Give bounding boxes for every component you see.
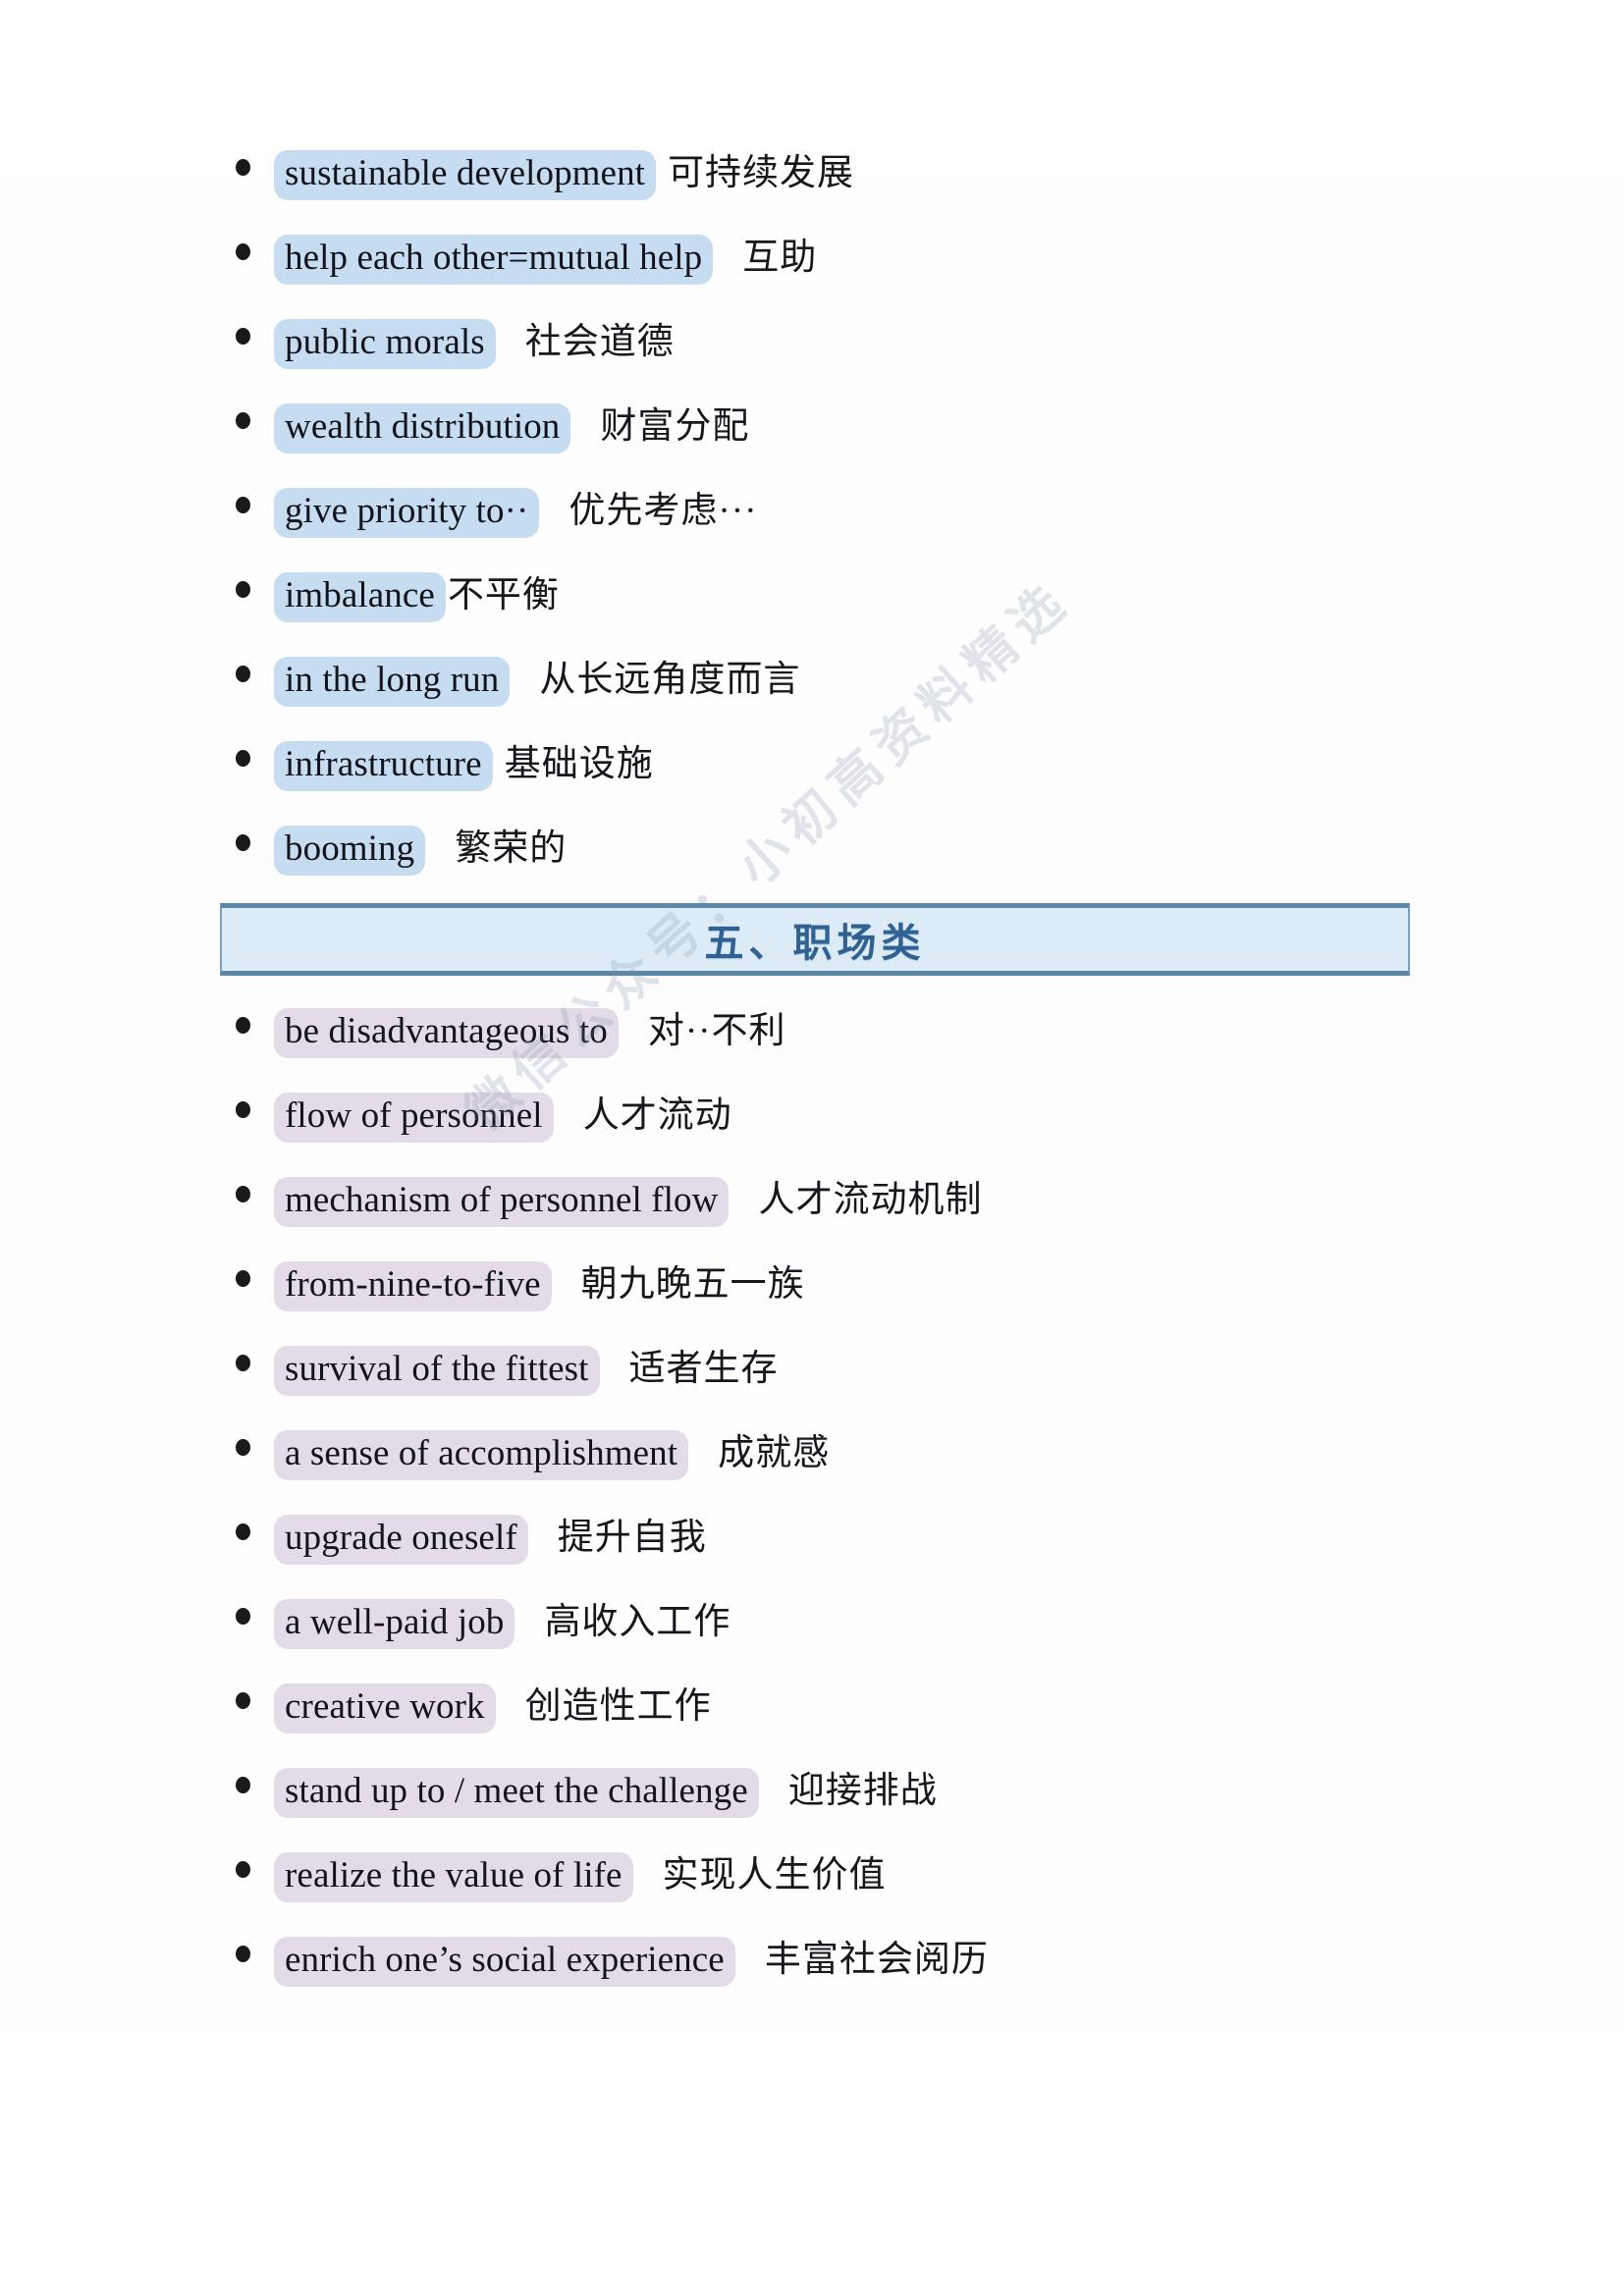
vocab-meaning: 基础设施 xyxy=(504,744,654,784)
document-page: 微信公众号：小初高资料精选 sustainable development 可持… xyxy=(0,0,1624,2296)
vocab-meaning: 迎接排战 xyxy=(787,1771,938,1811)
list-item: mechanism of personnel flow 人才流动机制 xyxy=(0,1154,1624,1239)
bullet-dot-icon xyxy=(236,1692,250,1709)
vocab-meaning: 人才流动 xyxy=(582,1095,732,1136)
list-item: upgrade oneself 提升自我 xyxy=(0,1492,1624,1576)
bullet-dot-icon xyxy=(236,1101,250,1118)
vocab-meaning: 高收入工作 xyxy=(544,1602,731,1642)
bullet-dot-icon xyxy=(236,328,250,345)
vocab-term: stand up to / meet the challenge xyxy=(274,1768,759,1818)
vocab-meaning: 创造性工作 xyxy=(524,1686,712,1727)
document-content: sustainable development 可持续发展 help each … xyxy=(0,0,1624,1999)
vocab-term: survival of the fittest xyxy=(274,1346,600,1396)
bullet-dot-icon xyxy=(236,1523,250,1540)
vocab-term: enrich one’s social experience xyxy=(274,1937,735,1987)
list-item: help each other=mutual help 互助 xyxy=(0,212,1624,296)
bullet-dot-icon xyxy=(236,1861,250,1878)
vocab-meaning: 互助 xyxy=(742,238,818,278)
vocab-term: upgrade oneself xyxy=(274,1515,528,1565)
bullet-dot-icon xyxy=(236,1186,250,1202)
list-item: in the long run 从长远角度而言 xyxy=(0,634,1624,719)
vocab-meaning: 实现人生价值 xyxy=(662,1855,887,1896)
bullet-dot-icon xyxy=(236,497,250,513)
list-item: a well-paid job 高收入工作 xyxy=(0,1576,1624,1661)
vocab-term: flow of personnel xyxy=(274,1093,554,1143)
list-item: imbalance 不平衡 xyxy=(0,550,1624,634)
list-item: be disadvantageous to 对··不利 xyxy=(0,986,1624,1070)
list-item: wealth distribution 财富分配 xyxy=(0,381,1624,465)
vocab-term: help each other=mutual help xyxy=(274,235,714,285)
vocab-meaning: 朝九晚五一族 xyxy=(580,1264,805,1305)
vocab-term: infrastructure xyxy=(274,741,493,791)
vocab-term: give priority to·· xyxy=(274,488,540,538)
list-item: a sense of accomplishment 成就感 xyxy=(0,1408,1624,1492)
vocab-term: imbalance xyxy=(274,572,446,622)
list-item: survival of the fittest 适者生存 xyxy=(0,1323,1624,1408)
bullet-dot-icon xyxy=(236,1017,250,1034)
vocab-meaning: 适者生存 xyxy=(628,1349,779,1389)
vocab-meaning: 人才流动机制 xyxy=(758,1180,983,1220)
vocab-term: from-nine-to-five xyxy=(274,1261,552,1311)
vocab-meaning: 丰富社会阅历 xyxy=(764,1940,989,1980)
list-item: booming 繁荣的 xyxy=(0,803,1624,887)
bullet-dot-icon xyxy=(236,1270,250,1287)
bullet-dot-icon xyxy=(236,834,250,851)
list-item: infrastructure 基础设施 xyxy=(0,719,1624,803)
bullet-dot-icon xyxy=(236,666,250,682)
vocab-meaning: 可持续发展 xyxy=(668,153,855,193)
bullet-dot-icon xyxy=(236,581,250,598)
list-item: public morals 社会道德 xyxy=(0,296,1624,381)
vocab-list-workplace: be disadvantageous to 对··不利 flow of pers… xyxy=(0,986,1624,1999)
bullet-dot-icon xyxy=(236,1608,250,1625)
vocab-term: creative work xyxy=(274,1683,496,1734)
vocab-term: a sense of accomplishment xyxy=(274,1430,689,1480)
vocab-meaning: 成就感 xyxy=(718,1433,831,1473)
vocab-meaning: 社会道德 xyxy=(524,322,675,362)
vocab-meaning: 对··不利 xyxy=(647,1011,786,1051)
bullet-dot-icon xyxy=(236,1355,250,1371)
list-item: from-nine-to-five 朝九晚五一族 xyxy=(0,1239,1624,1323)
vocab-term: public morals xyxy=(274,319,496,369)
bullet-dot-icon xyxy=(236,159,250,176)
bullet-dot-icon xyxy=(236,412,250,429)
vocab-term: sustainable development xyxy=(274,150,657,200)
vocab-term: a well-paid job xyxy=(274,1599,515,1649)
bullet-dot-icon xyxy=(236,1946,250,1962)
bullet-dot-icon xyxy=(236,243,250,260)
vocab-term: in the long run xyxy=(274,657,511,707)
vocab-term: mechanism of personnel flow xyxy=(274,1177,730,1227)
vocab-term: realize the value of life xyxy=(274,1852,633,1902)
vocab-meaning: 繁荣的 xyxy=(455,828,568,869)
vocab-term: booming xyxy=(274,826,426,876)
list-item: give priority to·· 优先考虑··· xyxy=(0,465,1624,550)
section-banner-workplace: 五、职场类 xyxy=(220,903,1410,976)
list-item: sustainable development 可持续发展 xyxy=(0,128,1624,212)
list-item: stand up to / meet the challenge 迎接排战 xyxy=(0,1745,1624,1830)
vocab-meaning: 财富分配 xyxy=(600,406,750,447)
vocab-meaning: 优先考虑··· xyxy=(568,491,758,531)
bullet-dot-icon xyxy=(236,1439,250,1456)
list-item: enrich one’s social experience 丰富社会阅历 xyxy=(0,1914,1624,1999)
vocab-term: be disadvantageous to xyxy=(274,1008,619,1058)
vocab-meaning: 从长远角度而言 xyxy=(539,660,801,700)
list-item: realize the value of life 实现人生价值 xyxy=(0,1830,1624,1914)
vocab-meaning: 不平衡 xyxy=(447,575,560,615)
vocab-term: wealth distribution xyxy=(274,403,571,454)
bullet-dot-icon xyxy=(236,1777,250,1793)
vocab-meaning: 提升自我 xyxy=(557,1518,707,1558)
section-banner-title: 五、职场类 xyxy=(704,922,926,965)
vocab-list-society: sustainable development 可持续发展 help each … xyxy=(0,128,1624,887)
list-item: flow of personnel 人才流动 xyxy=(0,1070,1624,1154)
list-item: creative work 创造性工作 xyxy=(0,1661,1624,1745)
bullet-dot-icon xyxy=(236,750,250,767)
